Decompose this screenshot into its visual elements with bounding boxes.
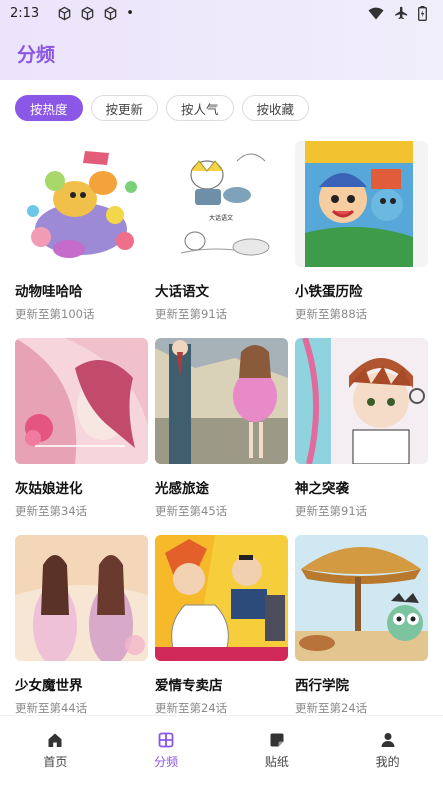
nav-home[interactable]: 首页 — [15, 732, 95, 788]
comic-cover-image[interactable] — [15, 338, 148, 464]
cube-icon — [103, 6, 118, 21]
comic-update-status: 更新至第24话 — [295, 701, 368, 715]
nav-category-label: 分频 — [154, 755, 179, 769]
tab-sort-by-update[interactable]: 按更新 — [90, 95, 159, 121]
comic-update-status: 更新至第100话 — [15, 307, 95, 321]
sticker-icon — [269, 732, 285, 753]
person-icon — [380, 732, 396, 753]
comic-update-status: 更新至第24话 — [155, 701, 228, 715]
wifi-icon — [368, 7, 384, 20]
status-time: 2:13 — [10, 5, 40, 21]
bottom-navigation: 首页 分频 贴纸 我的 — [0, 715, 443, 788]
cube-icon — [57, 6, 72, 21]
home-icon — [47, 732, 63, 753]
comic-title: 爱情专卖店 — [155, 678, 223, 694]
page-title: 分频 — [17, 44, 56, 66]
comic-cover-image[interactable] — [295, 141, 428, 267]
nav-profile[interactable]: 我的 — [348, 732, 428, 788]
comic-title: 小铁蛋历险 — [295, 284, 363, 300]
airplane-icon — [394, 6, 408, 20]
comic-card[interactable]: 爱情专卖店 更新至第24话 — [155, 535, 288, 732]
sort-tabs: 按热度 按更新 按人气 按收藏 — [15, 95, 310, 121]
cube-icon — [80, 6, 95, 21]
comic-title: 少女魔世界 — [15, 678, 83, 694]
comic-cover-image[interactable] — [155, 535, 288, 661]
tab-sort-by-popularity[interactable]: 按热度 — [15, 95, 83, 121]
comic-update-status: 更新至第88话 — [295, 307, 368, 321]
comic-title: 光感旅途 — [155, 481, 209, 497]
comic-update-status: 更新至第91话 — [295, 504, 368, 518]
notification-dot: • — [126, 5, 134, 21]
comic-cover-image[interactable] — [295, 535, 428, 661]
comic-card[interactable]: 光感旅途 更新至第45话 — [155, 338, 288, 535]
comic-update-status: 更新至第34话 — [15, 504, 88, 518]
comic-title: 神之突袭 — [295, 481, 349, 497]
status-bar: 2:13 • — [0, 0, 443, 26]
battery-icon — [418, 5, 427, 21]
comic-cover-image[interactable]: 大话语文 — [155, 141, 288, 267]
comic-card[interactable]: 西行学院 更新至第24话 — [295, 535, 428, 732]
comic-cover-image[interactable] — [15, 141, 148, 267]
comic-cover-image[interactable] — [295, 338, 428, 464]
comic-card[interactable]: 少女魔世界 更新至第44话 — [15, 535, 148, 732]
nav-stickers[interactable]: 贴纸 — [237, 732, 317, 788]
comic-card[interactable]: 动物哇哈哈 更新至第100话 — [15, 141, 148, 338]
comic-card[interactable]: 大话语文 大话语文 更新至第91话 — [155, 141, 288, 338]
comic-card[interactable]: 小铁蛋历险 更新至第88话 — [295, 141, 428, 338]
nav-stickers-label: 贴纸 — [264, 755, 289, 769]
nav-category[interactable]: 分频 — [126, 732, 206, 788]
nav-profile-label: 我的 — [375, 755, 400, 769]
cover-caption: 大话语文 — [209, 214, 233, 222]
comic-update-status: 更新至第91话 — [155, 307, 228, 321]
comic-title: 灰姑娘进化 — [15, 481, 83, 497]
comic-cover-image[interactable] — [155, 338, 288, 464]
comic-grid: 动物哇哈哈 更新至第100话 大话语文 大话语文 更新至第91话 小铁蛋历险 更… — [15, 141, 429, 732]
comic-update-status: 更新至第44话 — [15, 701, 88, 715]
comic-title: 西行学院 — [295, 678, 349, 694]
comic-title: 大话语文 — [155, 284, 209, 300]
comic-card[interactable]: 灰姑娘进化 更新至第34话 — [15, 338, 148, 535]
comic-update-status: 更新至第45话 — [155, 504, 228, 518]
comic-cover-image[interactable] — [15, 535, 148, 661]
grid-icon — [158, 732, 174, 753]
tab-sort-by-favorites[interactable]: 按收藏 — [241, 95, 310, 121]
comic-title: 动物哇哈哈 — [15, 284, 83, 300]
nav-home-label: 首页 — [43, 755, 68, 769]
comic-card[interactable]: 神之突袭 更新至第91话 — [295, 338, 428, 535]
tab-sort-by-views[interactable]: 按人气 — [166, 95, 234, 121]
